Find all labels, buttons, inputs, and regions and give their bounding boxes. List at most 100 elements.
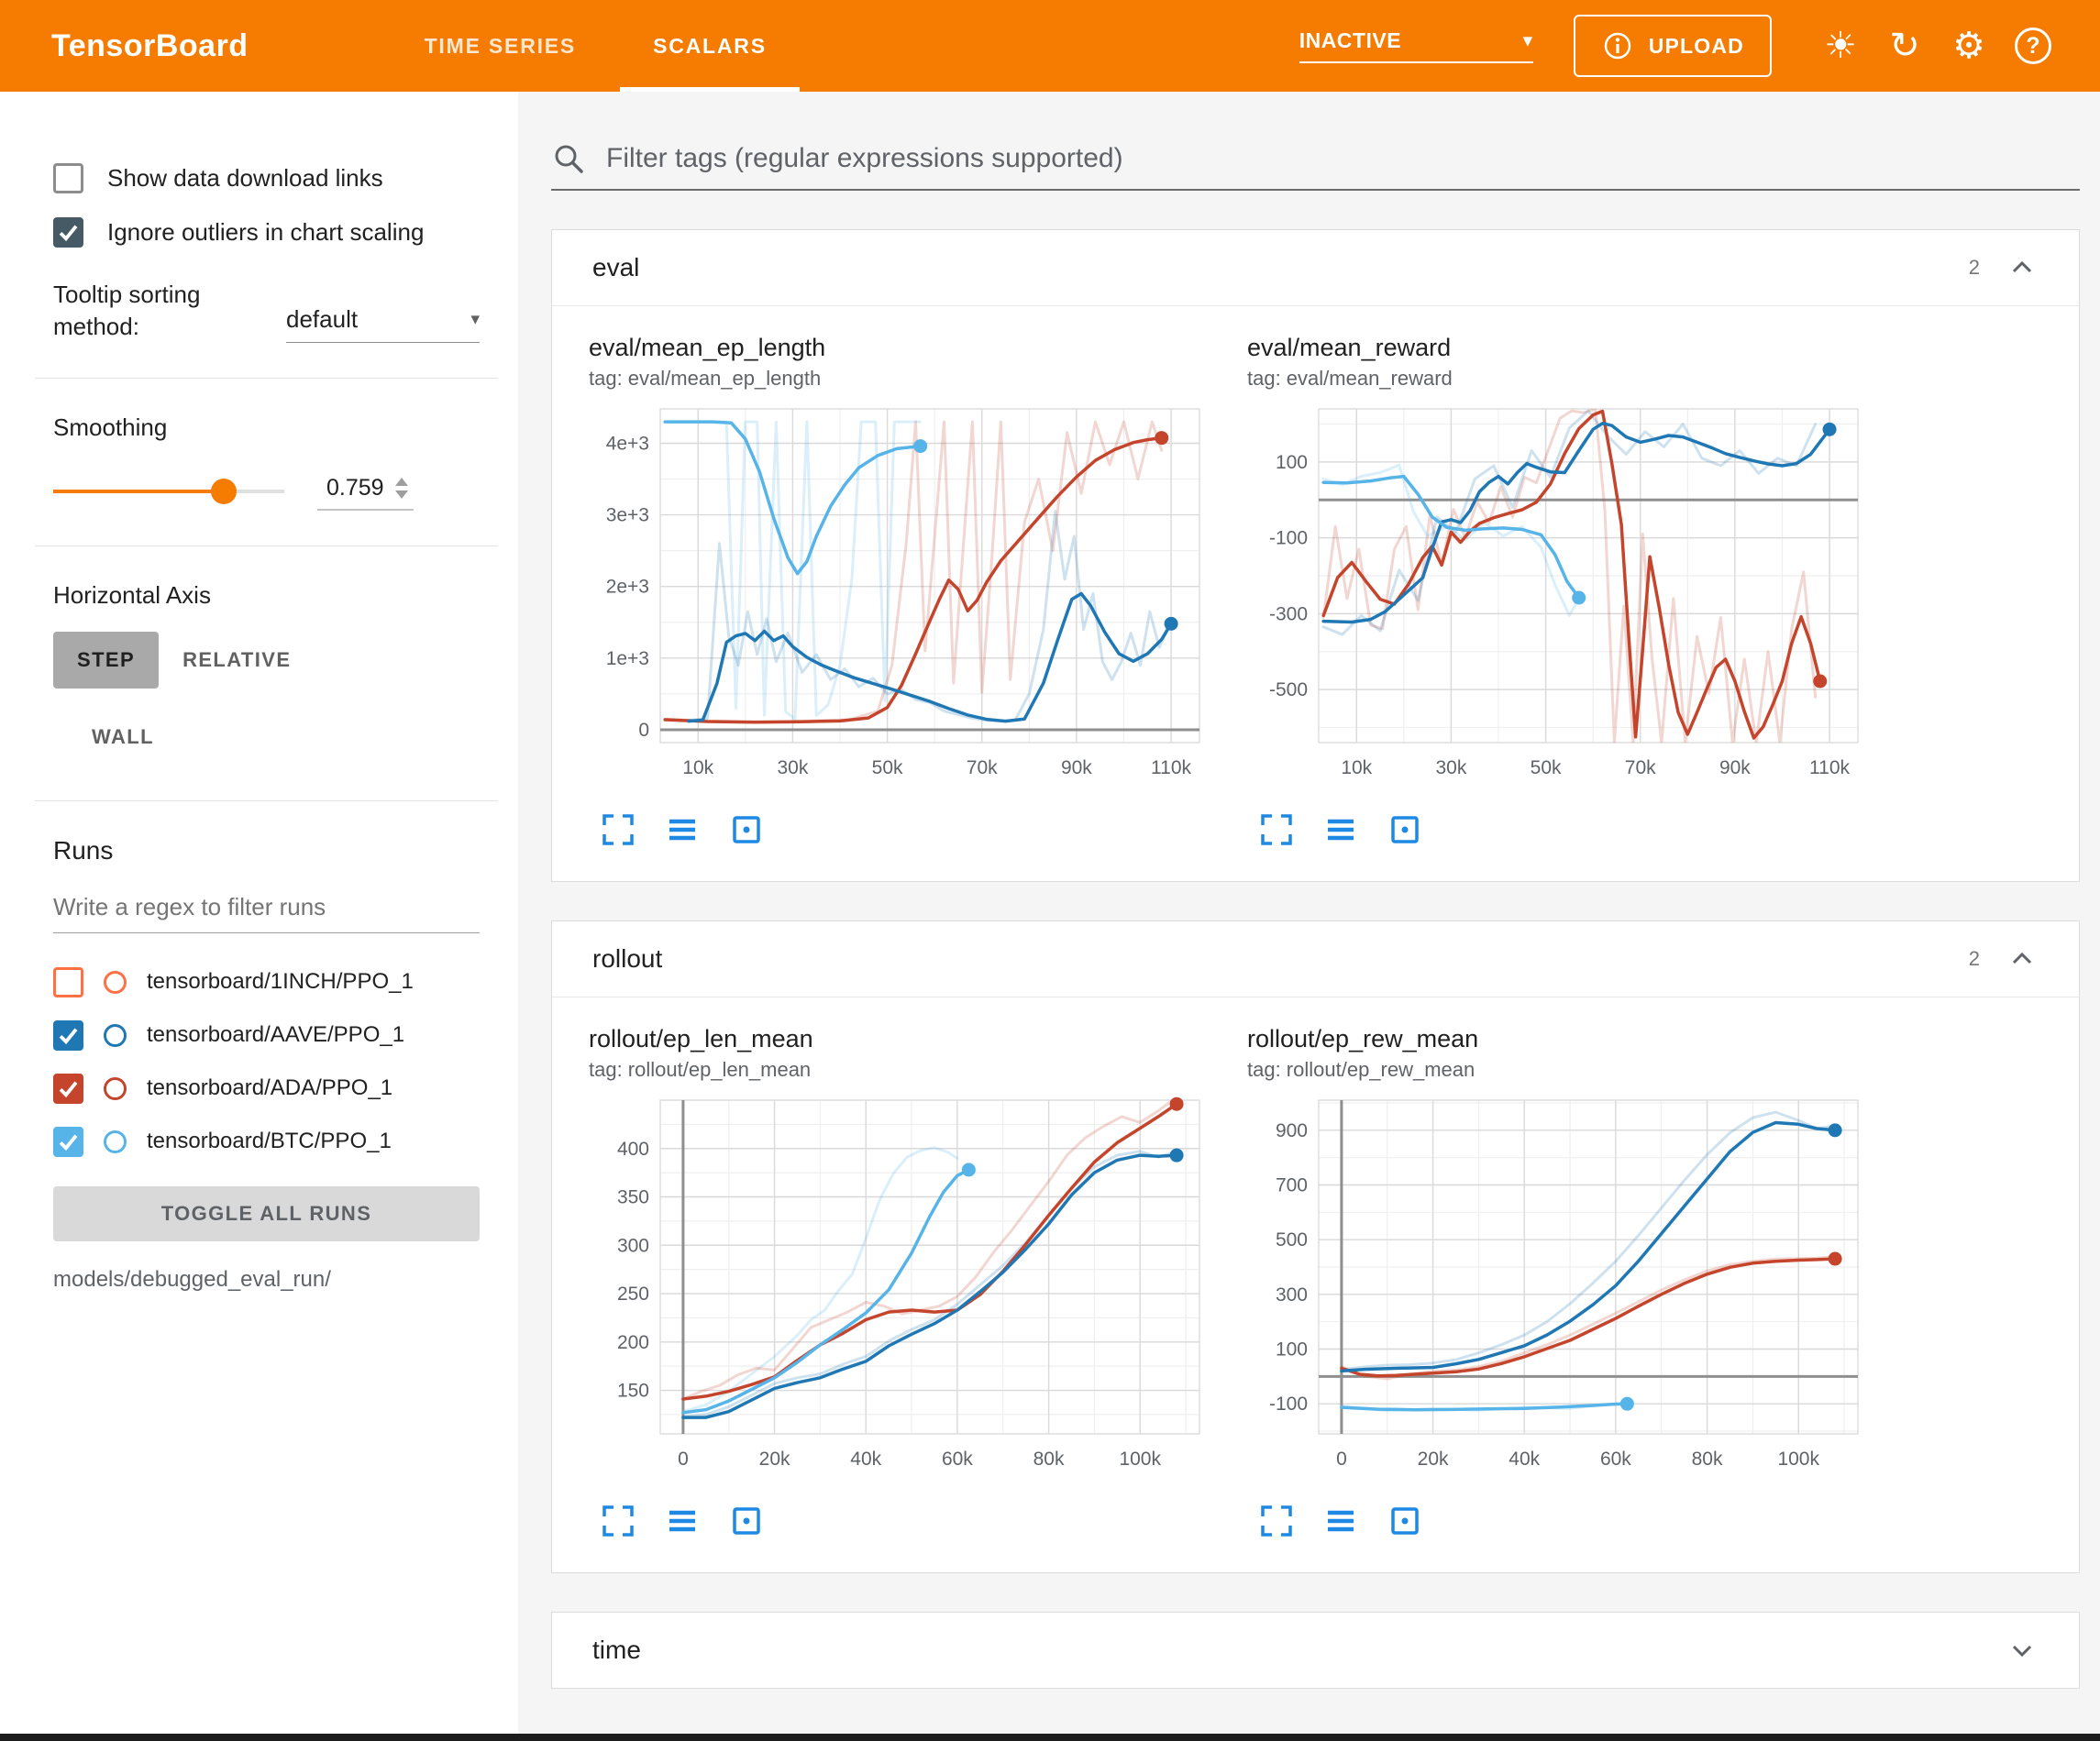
fit-domain-icon[interactable] [728, 1503, 765, 1539]
runs-filter-input[interactable] [53, 884, 480, 933]
tab-scalars[interactable]: SCALARS [614, 0, 805, 92]
tab-time-series[interactable]: TIME SERIES [386, 0, 615, 92]
svg-text:100: 100 [1276, 452, 1308, 473]
filter-tags-input[interactable] [604, 142, 2080, 175]
topbar: TensorBoard TIME SERIESSCALARS INACTIVE … [0, 0, 2100, 92]
run-label: tensorboard/1INCH/PPO_1 [147, 969, 414, 995]
rollout-charts-row: rollout/ep_len_meantag: rollout/ep_len_m… [589, 1025, 2061, 1539]
run-checkbox[interactable] [53, 967, 83, 997]
card-rollout-header[interactable]: rollout 2 [552, 921, 2079, 997]
run-checkbox[interactable] [53, 1127, 83, 1157]
run-checkbox[interactable] [53, 1074, 83, 1104]
ignore-outliers-checkbox[interactable] [53, 217, 83, 248]
filter-tags-row [551, 141, 2080, 191]
smoothing-value: 0.759 [326, 475, 384, 501]
brightness-icon[interactable]: ☀ [1814, 19, 1867, 72]
chart-title: eval/mean_reward [1247, 334, 1889, 362]
chart-toolbar [589, 1503, 1231, 1539]
collapse-icon[interactable] [2006, 251, 2039, 284]
card-rollout-body: rollout/ep_len_meantag: rollout/ep_len_m… [552, 997, 2079, 1572]
axis-wall-button[interactable]: WALL [68, 709, 178, 766]
svg-text:1e+3: 1e+3 [606, 648, 649, 669]
card-time-header[interactable]: time [552, 1613, 2079, 1688]
chart-canvas[interactable]: 10k30k50k70k90k110k-500-300-100100 [1247, 402, 1871, 810]
chart-toolbar [1247, 811, 1889, 848]
content: Show data download links Ignore outliers… [0, 92, 2100, 1734]
run-color-circle[interactable] [104, 1024, 127, 1047]
run-color-circle[interactable] [104, 1130, 127, 1153]
svg-text:-500: -500 [1269, 679, 1308, 700]
horizontal-axis-label: Horizontal Axis [53, 581, 480, 610]
run-checkbox[interactable] [53, 1020, 83, 1051]
fullscreen-icon[interactable] [600, 1503, 636, 1539]
upload-button[interactable]: UPLOAD [1574, 15, 1772, 77]
toggle-all-runs-button[interactable]: TOGGLE ALL RUNS [53, 1186, 480, 1241]
svg-text:40k: 40k [1509, 1449, 1540, 1470]
svg-text:400: 400 [617, 1139, 649, 1160]
collapse-icon[interactable] [2006, 1634, 2039, 1667]
slider-thumb[interactable] [211, 479, 237, 504]
svg-text:30k: 30k [777, 757, 808, 778]
fit-domain-icon[interactable] [1387, 1503, 1423, 1539]
run-row[interactable]: tensorboard/1INCH/PPO_1 [53, 955, 480, 1008]
chevron-down-icon: ▾ [470, 309, 480, 330]
axis-relative-button[interactable]: RELATIVE [159, 632, 315, 689]
smoothing-row: 0.759 [53, 471, 480, 511]
svg-text:700: 700 [1276, 1174, 1308, 1196]
fullscreen-icon[interactable] [600, 811, 636, 848]
tooltip-sorting-row: Tooltip sorting method: default ▾ [53, 279, 480, 343]
help-icon[interactable]: ? [2006, 19, 2060, 72]
show-download-checkbox[interactable] [53, 163, 83, 193]
data-table-icon[interactable] [664, 1503, 701, 1539]
svg-text:10k: 10k [1341, 757, 1372, 778]
refresh-icon[interactable]: ↻ [1878, 19, 1931, 72]
fullscreen-icon[interactable] [1258, 1503, 1295, 1539]
svg-text:2e+3: 2e+3 [606, 577, 649, 598]
chart-block: rollout/ep_len_meantag: rollout/ep_len_m… [589, 1025, 1231, 1539]
chart-canvas[interactable]: 10k30k50k70k90k110k01e+32e+33e+34e+3 [589, 402, 1212, 810]
settings-gear-icon[interactable]: ⚙ [1942, 19, 1995, 72]
ignore-outliers-label: Ignore outliers in chart scaling [107, 218, 424, 247]
svg-text:50k: 50k [1531, 757, 1562, 778]
run-row[interactable]: tensorboard/ADA/PPO_1 [53, 1062, 480, 1115]
chart-canvas[interactable]: 020k40k60k80k100k-100100300500700900 [1247, 1093, 1871, 1501]
data-table-icon[interactable] [664, 811, 701, 848]
data-table-icon[interactable] [1322, 811, 1359, 848]
stepper-arrows[interactable] [395, 478, 408, 499]
svg-text:-300: -300 [1269, 603, 1308, 624]
fit-domain-icon[interactable] [1387, 811, 1423, 848]
fit-domain-icon[interactable] [728, 811, 765, 848]
chart-tag: tag: eval/mean_ep_length [589, 367, 1231, 391]
status-dropdown[interactable]: INACTIVE ▾ [1299, 28, 1533, 63]
runs-path: models/debugged_eval_run/ [53, 1267, 480, 1293]
topbar-tabs: TIME SERIESSCALARS [386, 0, 805, 92]
fullscreen-icon[interactable] [1258, 811, 1295, 848]
chart-tag: tag: eval/mean_reward [1247, 367, 1889, 391]
svg-text:0: 0 [1336, 1449, 1347, 1470]
axis-step-button[interactable]: STEP [53, 632, 159, 689]
run-label: tensorboard/ADA/PPO_1 [147, 1075, 392, 1101]
smoothing-slider[interactable] [53, 477, 284, 506]
svg-text:80k: 80k [1692, 1449, 1723, 1470]
ignore-outliers-row: Ignore outliers in chart scaling [53, 217, 480, 248]
upload-label: UPLOAD [1649, 34, 1744, 59]
collapse-icon[interactable] [2006, 942, 2039, 975]
info-icon [1601, 29, 1634, 62]
status-label: INACTIVE [1299, 28, 1401, 53]
svg-text:3e+3: 3e+3 [606, 505, 649, 526]
chart-canvas[interactable]: 020k40k60k80k100k150200250300350400 [589, 1093, 1212, 1501]
run-row[interactable]: tensorboard/BTC/PPO_1 [53, 1115, 480, 1168]
svg-text:110k: 110k [1151, 757, 1191, 778]
tooltip-sorting-select[interactable]: default ▾ [286, 305, 480, 343]
svg-text:20k: 20k [1418, 1449, 1449, 1470]
card-count: 2 [1969, 947, 1980, 971]
svg-text:350: 350 [617, 1187, 649, 1208]
run-color-circle[interactable] [104, 971, 127, 994]
smoothing-value-input[interactable]: 0.759 [317, 471, 414, 511]
card-eval-header[interactable]: eval 2 [552, 230, 2079, 305]
run-row[interactable]: tensorboard/AAVE/PPO_1 [53, 1008, 480, 1062]
svg-text:90k: 90k [1061, 757, 1092, 778]
data-table-icon[interactable] [1322, 1503, 1359, 1539]
run-color-circle[interactable] [104, 1077, 127, 1100]
divider [35, 545, 498, 546]
